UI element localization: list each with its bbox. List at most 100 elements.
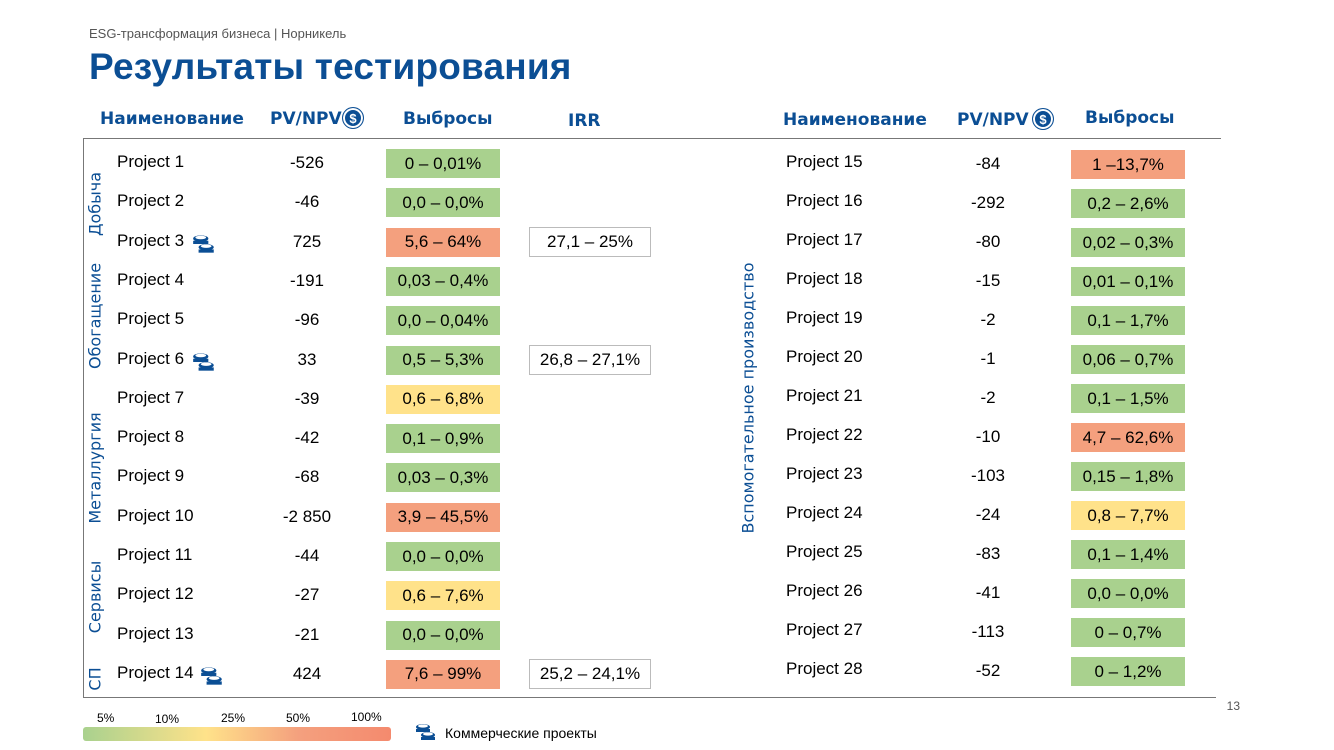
- emissions-badge: 0,06 – 0,7%: [1071, 345, 1185, 374]
- header-emissions-right: Выбросы: [1085, 108, 1175, 128]
- group-label-auxiliary: Вспомогательное производство: [738, 262, 758, 534]
- project-name: Project 19: [786, 308, 863, 327]
- npv-value: -41: [975, 583, 1001, 602]
- emissions-badge: 0,0 – 0,0%: [386, 188, 500, 218]
- project-name: Project 8: [117, 427, 185, 447]
- project-name: Project 11: [117, 545, 193, 564]
- project-name: Project 26: [786, 581, 863, 600]
- emissions-badge: 0 – 1,2%: [1071, 657, 1185, 686]
- emissions-badge: 0,1 – 1,7%: [1071, 306, 1185, 335]
- project-name: Project 16: [786, 191, 863, 210]
- emissions-badge: 0 – 0,01%: [386, 149, 500, 178]
- emissions-badge: 0,1 – 1,4%: [1071, 540, 1185, 569]
- emissions-badge: 0,1 – 1,5%: [1071, 384, 1185, 413]
- emissions-badge: 1 –13,7%: [1071, 150, 1185, 179]
- emissions-badge: 3,9 – 45,5%: [386, 502, 500, 532]
- npv-value: -24: [975, 505, 1001, 524]
- emissions-badge: 0 – 0,7%: [1071, 618, 1185, 647]
- npv-value: -2: [980, 388, 996, 407]
- group-label-services: Сервисы: [85, 560, 105, 634]
- npv-value: -39: [294, 388, 320, 408]
- slide-subtitle: ESG-трансформация бизнеса | Норникель: [89, 26, 347, 41]
- legend-tick-5: 5%: [97, 711, 115, 725]
- project-name: Project 13: [117, 623, 194, 643]
- npv-value: -21: [294, 624, 320, 644]
- project-name: Project 6: [117, 348, 185, 368]
- npv-value: -103: [970, 466, 1006, 485]
- npv-value: -52: [975, 661, 1001, 680]
- npv-value: -113: [971, 622, 1005, 641]
- project-name: Project 14: [117, 662, 194, 682]
- npv-value: 725: [292, 231, 322, 251]
- emissions-badge: 0,0 – 0,0%: [386, 542, 500, 571]
- project-name: Project 12: [117, 584, 194, 604]
- coin-stack-icon: [414, 722, 438, 747]
- npv-value: -46: [294, 192, 320, 212]
- group-label-metallurgy: Металлургия: [85, 412, 105, 524]
- emissions-badge: 4,7 – 62,6%: [1071, 423, 1185, 452]
- legend-tick-10: 10%: [155, 712, 180, 726]
- dollar-coin-icon: $: [342, 107, 364, 129]
- npv-value: -42: [294, 428, 320, 448]
- npv-value: -96: [294, 310, 320, 330]
- npv-value: 33: [297, 349, 317, 369]
- legend-gradient: [83, 727, 391, 741]
- npv-value: -15: [975, 271, 1001, 290]
- emissions-badge: 0,15 – 1,8%: [1071, 462, 1185, 491]
- npv-value: -2 850: [282, 506, 332, 526]
- project-name: Project 2: [117, 191, 185, 211]
- group-label-enrichment: Обогащение: [85, 262, 105, 370]
- project-name: Project 21: [786, 386, 863, 405]
- npv-value: -526: [289, 153, 325, 172]
- header-name-right: Наименование: [783, 110, 927, 130]
- npv-value: -83: [975, 544, 1001, 563]
- npv-value: -27: [294, 585, 320, 605]
- npv-value: -80: [975, 232, 1001, 251]
- project-name: Project 1: [117, 152, 185, 171]
- emissions-badge: 0,6 – 7,6%: [386, 581, 500, 611]
- emissions-badge: 0,01 – 0,1%: [1071, 267, 1185, 296]
- emissions-badge: 0,03 – 0,3%: [386, 463, 500, 493]
- emissions-badge: 0,5 – 5,3%: [386, 345, 500, 375]
- irr-value: 25,2 – 24,1%: [529, 658, 651, 689]
- project-name: Project 10: [117, 505, 194, 525]
- coin-stack-icon: [191, 351, 217, 378]
- project-name: Project 9: [117, 466, 185, 486]
- header-irr: IRR: [568, 111, 601, 131]
- npv-value: -84: [975, 154, 1001, 173]
- header-npv-left: PV/NPV: [270, 109, 342, 129]
- slide-title: Результаты тестирования: [89, 46, 572, 87]
- legend-tick-50: 50%: [286, 711, 311, 725]
- project-name: Project 7: [117, 387, 185, 407]
- emissions-badge: 0,03 – 0,4%: [386, 266, 500, 296]
- legend-tick-25: 25%: [221, 711, 246, 725]
- project-name: Project 27: [786, 620, 863, 639]
- header-name-left: Наименование: [100, 109, 244, 129]
- project-name: Project 15: [786, 152, 863, 171]
- emissions-badge: 0,8 – 7,7%: [1071, 501, 1185, 530]
- irr-value: 26,8 – 27,1%: [529, 344, 651, 375]
- project-name: Project 20: [786, 347, 863, 366]
- project-name: Project 22: [786, 425, 863, 444]
- group-label-mining: Добыча: [85, 171, 105, 237]
- project-name: Project 23: [786, 464, 863, 483]
- header-emissions-left: Выбросы: [403, 109, 493, 129]
- project-name: Project 5: [117, 309, 185, 329]
- npv-value: -68: [294, 467, 320, 487]
- emissions-badge: 0,6 – 6,8%: [386, 384, 500, 414]
- npv-value: -191: [289, 270, 325, 290]
- npv-value: -2: [980, 310, 996, 329]
- coin-stack-icon: [199, 665, 225, 692]
- emissions-badge: 0,0 – 0,04%: [386, 306, 500, 336]
- bottom-divider: [83, 697, 1216, 698]
- project-name: Project 25: [786, 542, 863, 561]
- header-divider: [83, 138, 1221, 139]
- emissions-badge: 0,1 – 0,9%: [386, 424, 500, 454]
- emissions-badge: 7,6 – 99%: [386, 659, 500, 689]
- project-name: Project 24: [786, 503, 863, 522]
- emissions-badge: 0,0 – 0,0%: [386, 620, 500, 650]
- page-number: 13: [1226, 699, 1240, 713]
- project-name: Project 18: [786, 269, 863, 288]
- emissions-badge: 0,02 – 0,3%: [1071, 228, 1185, 257]
- emissions-badge: 5,6 – 64%: [386, 227, 500, 257]
